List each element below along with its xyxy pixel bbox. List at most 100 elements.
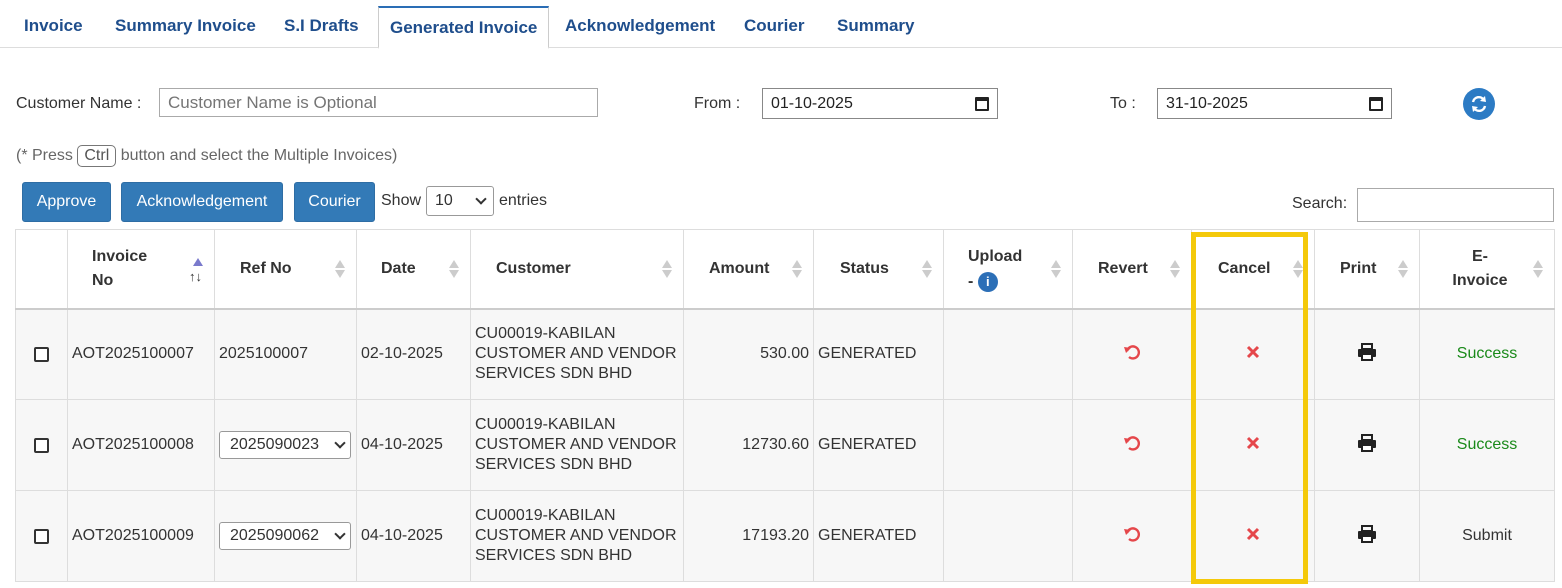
tab-si-drafts[interactable]: S.I Drafts: [273, 6, 370, 48]
status-cell: GENERATED: [813, 308, 944, 400]
revert-cell: [1072, 308, 1192, 400]
row-checkbox[interactable]: [34, 528, 49, 544]
tab-acknowledgement[interactable]: Acknowledgement: [554, 6, 726, 48]
revert-cell: [1072, 399, 1192, 491]
to-date-input[interactable]: 31-10-2025: [1157, 88, 1392, 119]
calendar-icon[interactable]: [975, 96, 989, 111]
sort-icon: [1050, 260, 1062, 286]
approve-button[interactable]: Approve: [22, 182, 111, 222]
date-cell: 04-10-2025: [356, 399, 471, 491]
ref-no-header[interactable]: Ref No: [214, 229, 357, 310]
tab-generated-invoice[interactable]: Generated Invoice: [378, 6, 550, 49]
cancel-icon[interactable]: [1246, 345, 1260, 359]
entries-select[interactable]: 10: [426, 186, 494, 216]
upload-cell: [943, 399, 1073, 491]
select-cell: [15, 490, 68, 582]
ref-no-select[interactable]: 2025090062: [219, 522, 351, 550]
einvoice-header[interactable]: E-Invoice: [1419, 229, 1555, 310]
tab-bar: Invoice Summary Invoice S.I Drafts Gener…: [0, 0, 1562, 49]
chevron-down-icon: [334, 437, 346, 449]
entries-label: entries: [499, 192, 548, 209]
refresh-icon: [1471, 95, 1487, 113]
acknowledgement-button[interactable]: Acknowledgement: [121, 182, 283, 222]
hint-prefix: (* Press: [16, 147, 73, 164]
status-cell: GENERATED: [813, 490, 944, 582]
invoice-no-cell: AOT2025100009: [67, 490, 215, 582]
search-input[interactable]: [1357, 188, 1554, 222]
print-icon[interactable]: [1357, 433, 1377, 452]
sort-icon: [1169, 260, 1181, 286]
revert-icon[interactable]: [1122, 433, 1142, 453]
customer-cell: CU00019-KABILAN CUSTOMER AND VENDOR SERV…: [470, 399, 684, 491]
to-date-value: 31-10-2025: [1166, 94, 1248, 112]
select-cell: [15, 399, 68, 491]
customer-header[interactable]: Customer: [470, 229, 684, 310]
sort-icon: [1397, 260, 1409, 286]
date-cell: 04-10-2025: [356, 490, 471, 582]
einvoice-status: Success: [1419, 399, 1555, 491]
cancel-icon[interactable]: [1246, 436, 1260, 450]
ref-no: 2025100007: [219, 345, 308, 363]
search-label: Search:: [1292, 195, 1348, 212]
print-cell: [1314, 490, 1420, 582]
customer-name-input[interactable]: [159, 88, 598, 117]
amount-cell: 12730.60: [683, 399, 814, 491]
cancel-cell: [1191, 308, 1315, 400]
revert-icon[interactable]: [1122, 524, 1142, 544]
date-header[interactable]: Date: [356, 229, 471, 310]
tab-courier[interactable]: Courier: [733, 6, 815, 48]
einvoice-status[interactable]: Submit: [1419, 490, 1555, 582]
from-date-input[interactable]: 01-10-2025: [762, 88, 998, 119]
table-header-row: Invoice No ↑↓ Ref No Date Customer Amoun…: [15, 229, 1555, 310]
row-checkbox[interactable]: [34, 346, 49, 362]
sort-icon: [1532, 260, 1544, 286]
ref-no-value: 2025090062: [230, 527, 319, 544]
customer-cell: CU00019-KABILAN CUSTOMER AND VENDOR SERV…: [470, 490, 684, 582]
ctrl-hint: (* Press Ctrl button and select the Mult…: [16, 145, 397, 167]
table-row[interactable]: AOT2025100009 2025090062 04-10-2025 CU00…: [15, 490, 1555, 582]
cancel-header[interactable]: Cancel: [1191, 229, 1315, 310]
sort-icon: [1292, 260, 1304, 286]
print-cell: [1314, 308, 1420, 400]
upload-cell: [943, 490, 1073, 582]
amount-cell: 17193.20: [683, 490, 814, 582]
chevron-down-icon: [475, 193, 487, 205]
tab-summary[interactable]: Summary: [826, 6, 925, 48]
amount-header[interactable]: Amount: [683, 229, 814, 310]
upload-cell: [943, 308, 1073, 400]
revert-cell: [1072, 490, 1192, 582]
cancel-icon[interactable]: [1246, 527, 1260, 541]
sort-icon: [791, 260, 803, 286]
revert-header[interactable]: Revert: [1072, 229, 1192, 310]
customer-cell: CU00019-KABILAN CUSTOMER AND VENDOR SERV…: [470, 308, 684, 400]
cancel-cell: [1191, 399, 1315, 491]
customer-name-label: Customer Name :: [16, 95, 142, 112]
print-icon[interactable]: [1357, 524, 1377, 543]
info-icon[interactable]: i: [977, 271, 998, 292]
amount-cell: 530.00: [683, 308, 814, 400]
ref-no-select[interactable]: 2025090023: [219, 431, 351, 459]
revert-icon[interactable]: [1122, 342, 1142, 362]
einvoice-status: Success: [1419, 308, 1555, 400]
print-icon[interactable]: [1357, 342, 1377, 361]
row-checkbox[interactable]: [34, 437, 49, 453]
select-cell: [15, 308, 68, 400]
show-label: Show: [381, 192, 422, 209]
date-cell: 02-10-2025: [356, 308, 471, 400]
select-header: [15, 229, 68, 310]
print-cell: [1314, 399, 1420, 491]
courier-button[interactable]: Courier: [294, 182, 375, 222]
tab-invoice[interactable]: Invoice: [13, 6, 94, 48]
sort-icon: [921, 260, 933, 286]
status-header[interactable]: Status: [813, 229, 944, 310]
tab-summary-invoice[interactable]: Summary Invoice: [104, 6, 267, 48]
table-row[interactable]: AOT2025100008 2025090023 04-10-2025 CU00…: [15, 399, 1555, 491]
calendar-icon[interactable]: [1369, 96, 1383, 111]
invoice-no-header[interactable]: Invoice No ↑↓: [67, 229, 215, 310]
cancel-cell: [1191, 490, 1315, 582]
sort-icon: [448, 260, 460, 286]
print-header[interactable]: Print: [1314, 229, 1420, 310]
upload-header[interactable]: Upload - i: [943, 229, 1073, 310]
refresh-button[interactable]: [1463, 88, 1495, 120]
table-row[interactable]: AOT2025100007 2025100007 02-10-2025 CU00…: [15, 308, 1555, 400]
